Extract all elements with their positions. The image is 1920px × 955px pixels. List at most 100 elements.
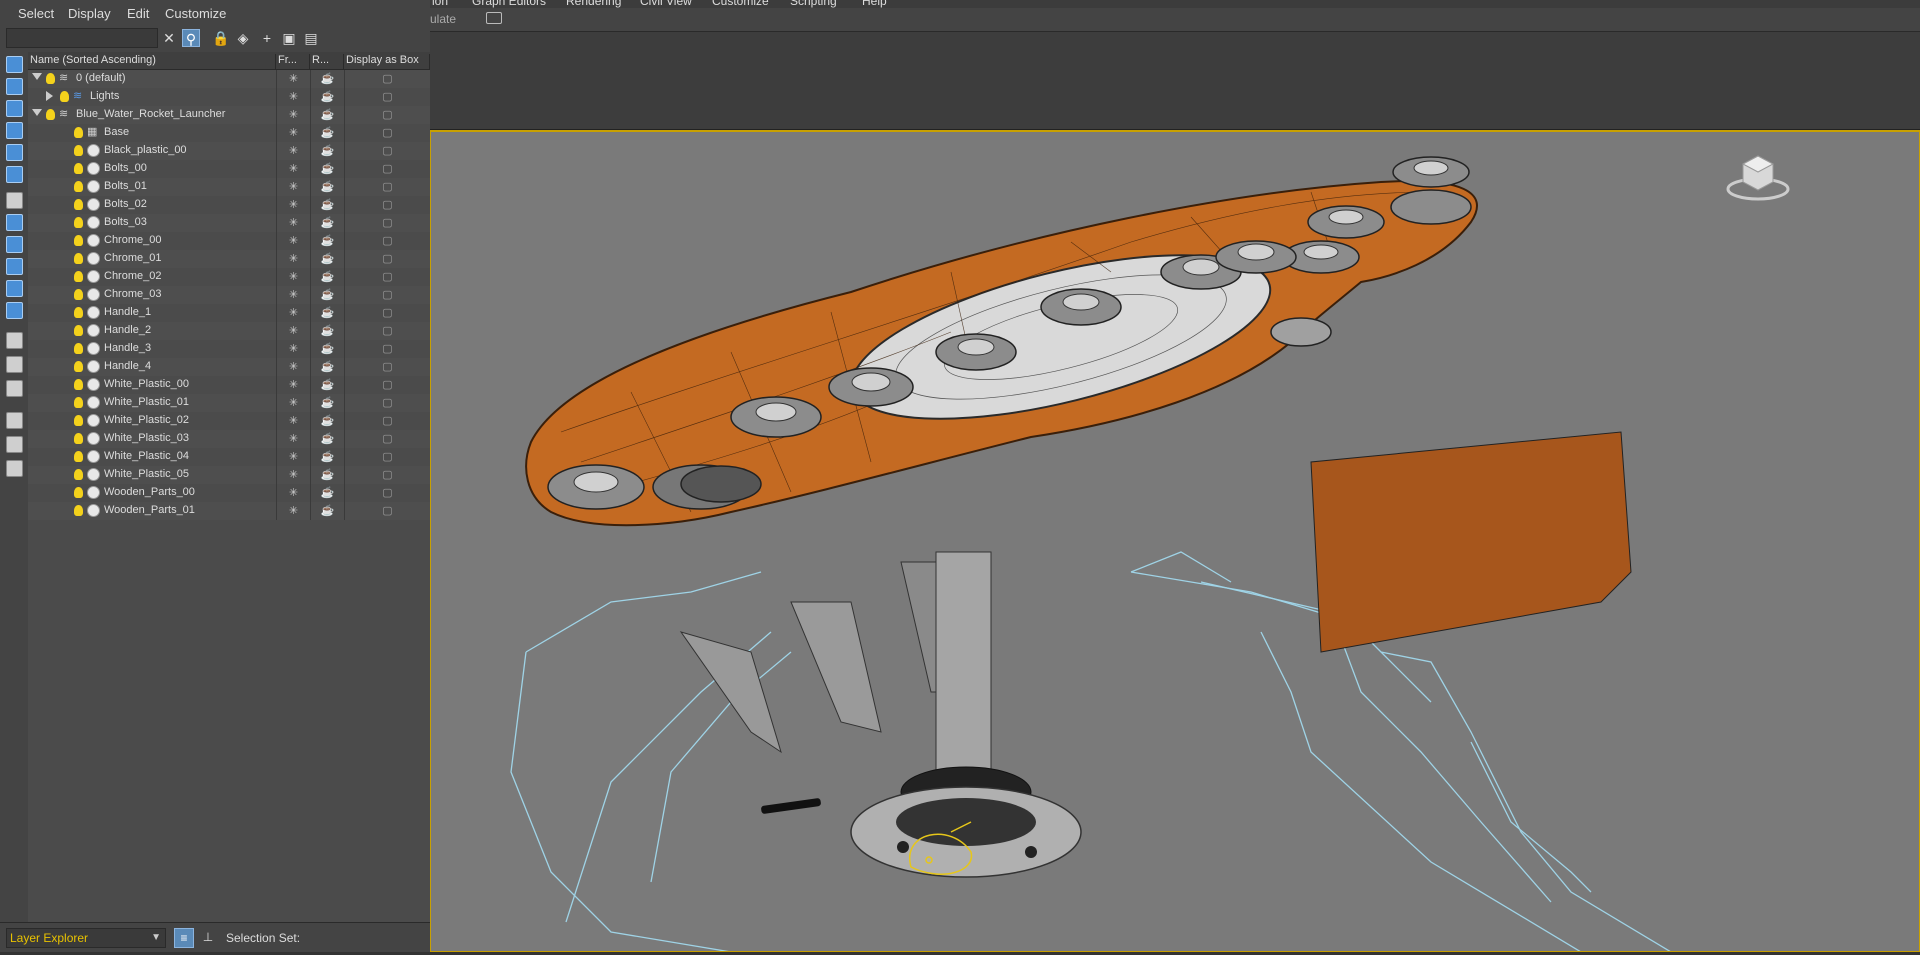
tree-row[interactable]: Chrome_01 ✳ ☕ ▢	[28, 250, 430, 268]
box-display-icon[interactable]: ▢	[344, 88, 430, 106]
renderable-icon[interactable]: ☕	[310, 430, 344, 448]
add-to-layer-icon[interactable]: ▣	[280, 29, 298, 47]
lightbulb-icon[interactable]	[74, 505, 83, 516]
freeze-icon[interactable]: ✳	[276, 250, 310, 268]
tree-row[interactable]: Bolts_03 ✳ ☕ ▢	[28, 214, 430, 232]
display-helpers-icon[interactable]	[6, 144, 23, 161]
box-display-icon[interactable]: ▢	[344, 142, 430, 160]
tree-row[interactable]: Black_plastic_00 ✳ ☕ ▢	[28, 142, 430, 160]
renderable-icon[interactable]: ☕	[310, 160, 344, 178]
renderable-icon[interactable]: ☕	[310, 466, 344, 484]
box-display-icon[interactable]: ▢	[344, 286, 430, 304]
tree-row[interactable]: ≋ 0 (default) ✳ ☕ ▢	[28, 70, 430, 88]
tree-row[interactable]: White_Plastic_04 ✳ ☕ ▢	[28, 448, 430, 466]
box-display-icon[interactable]: ▢	[344, 466, 430, 484]
expand-arrow-icon[interactable]	[46, 91, 53, 101]
freeze-icon[interactable]: ✳	[276, 286, 310, 304]
lock-icon[interactable]: 🔒	[212, 29, 230, 47]
freeze-icon[interactable]: ✳	[276, 358, 310, 376]
renderable-icon[interactable]: ☕	[310, 214, 344, 232]
renderable-icon[interactable]: ☕	[310, 376, 344, 394]
box-display-icon[interactable]: ▢	[344, 124, 430, 142]
display-xrefs-icon[interactable]	[6, 214, 23, 231]
renderable-icon[interactable]: ☕	[310, 88, 344, 106]
collapse-arrow-icon[interactable]	[32, 73, 42, 80]
tree-row[interactable]: White_Plastic_03 ✳ ☕ ▢	[28, 430, 430, 448]
box-display-icon[interactable]: ▢	[344, 232, 430, 250]
display-containers-icon[interactable]	[6, 258, 23, 275]
display-all-icon[interactable]	[6, 332, 23, 349]
tree-row[interactable]: Bolts_02 ✳ ☕ ▢	[28, 196, 430, 214]
freeze-icon[interactable]: ✳	[276, 376, 310, 394]
tree-row[interactable]: Handle_3 ✳ ☕ ▢	[28, 340, 430, 358]
lightbulb-icon[interactable]	[60, 91, 69, 102]
display-bones-icon[interactable]	[6, 236, 23, 253]
menu-customize[interactable]: Customize	[165, 6, 226, 21]
tree-row[interactable]: ▦ Base ✳ ☕ ▢	[28, 124, 430, 142]
menu-select[interactable]: Select	[18, 6, 54, 21]
lightbulb-icon[interactable]	[74, 379, 83, 390]
freeze-icon[interactable]: ✳	[276, 124, 310, 142]
box-display-icon[interactable]: ▢	[344, 448, 430, 466]
box-display-icon[interactable]: ▢	[344, 178, 430, 196]
sort-by-layer-icon[interactable]: ≡	[174, 928, 194, 948]
column-freeze[interactable]: Fr...	[276, 54, 310, 70]
box-display-icon[interactable]: ▢	[344, 160, 430, 178]
freeze-icon[interactable]: ✳	[276, 484, 310, 502]
freeze-icon[interactable]: ✳	[276, 214, 310, 232]
renderable-icon[interactable]: ☕	[310, 394, 344, 412]
freeze-icon[interactable]: ✳	[276, 142, 310, 160]
box-display-icon[interactable]: ▢	[344, 268, 430, 286]
box-display-icon[interactable]: ▢	[344, 340, 430, 358]
renderable-icon[interactable]: ☕	[310, 124, 344, 142]
box-display-icon[interactable]: ▢	[344, 106, 430, 124]
box-display-icon[interactable]: ▢	[344, 484, 430, 502]
freeze-icon[interactable]: ✳	[276, 394, 310, 412]
display-spacewarps-icon[interactable]	[6, 166, 23, 183]
freeze-icon[interactable]: ✳	[276, 70, 310, 88]
lightbulb-icon[interactable]	[74, 361, 83, 372]
display-groups-icon[interactable]	[6, 192, 23, 209]
tree-row[interactable]: Bolts_01 ✳ ☕ ▢	[28, 178, 430, 196]
box-display-icon[interactable]: ▢	[344, 214, 430, 232]
lightbulb-icon[interactable]	[74, 451, 83, 462]
box-display-icon[interactable]: ▢	[344, 196, 430, 214]
box-display-icon[interactable]: ▢	[344, 376, 430, 394]
tree-row[interactable]: Chrome_02 ✳ ☕ ▢	[28, 268, 430, 286]
tree-row[interactable]: White_Plastic_02 ✳ ☕ ▢	[28, 412, 430, 430]
freeze-icon[interactable]: ✳	[276, 106, 310, 124]
freeze-icon[interactable]: ✳	[276, 160, 310, 178]
collapse-arrow-icon[interactable]	[32, 109, 42, 116]
tree-row[interactable]: White_Plastic_00 ✳ ☕ ▢	[28, 376, 430, 394]
column-render[interactable]: R...	[310, 54, 344, 70]
filter-icon[interactable]: ⚲	[182, 29, 200, 47]
app-menu-item[interactable]: Help	[862, 0, 887, 8]
menu-display[interactable]: Display	[68, 6, 111, 21]
tree-row[interactable]: White_Plastic_05 ✳ ☕ ▢	[28, 466, 430, 484]
tree-row[interactable]: Chrome_00 ✳ ☕ ▢	[28, 232, 430, 250]
freeze-icon[interactable]: ✳	[276, 88, 310, 106]
lightbulb-icon[interactable]	[74, 343, 83, 354]
lightbulb-icon[interactable]	[74, 199, 83, 210]
lightbulb-icon[interactable]	[74, 127, 83, 138]
app-menu-item[interactable]: Customize	[712, 0, 769, 8]
new-layer-icon[interactable]: ◈	[234, 29, 252, 47]
renderable-icon[interactable]: ☕	[310, 322, 344, 340]
renderable-icon[interactable]: ☕	[310, 304, 344, 322]
add-icon[interactable]: +	[258, 29, 276, 47]
tree-row[interactable]: Wooden_Parts_01 ✳ ☕ ▢	[28, 502, 430, 520]
column-name[interactable]: Name (Sorted Ascending)	[28, 54, 276, 70]
box-display-icon[interactable]: ▢	[344, 358, 430, 376]
box-display-icon[interactable]: ▢	[344, 394, 430, 412]
freeze-icon[interactable]: ✳	[276, 232, 310, 250]
display-geometry-icon[interactable]	[6, 56, 23, 73]
lightbulb-icon[interactable]	[74, 469, 83, 480]
tree-row[interactable]: White_Plastic_01 ✳ ☕ ▢	[28, 394, 430, 412]
freeze-icon[interactable]: ✳	[276, 322, 310, 340]
tree-row[interactable]: Handle_2 ✳ ☕ ▢	[28, 322, 430, 340]
explorer-selector-combo[interactable]: Layer Explorer ▼	[6, 928, 166, 948]
display-lights-icon[interactable]	[6, 100, 23, 117]
advanced-filter-icon[interactable]	[6, 436, 23, 453]
freeze-icon[interactable]: ✳	[276, 466, 310, 484]
app-menu-item[interactable]: Graph Editors	[472, 0, 546, 8]
